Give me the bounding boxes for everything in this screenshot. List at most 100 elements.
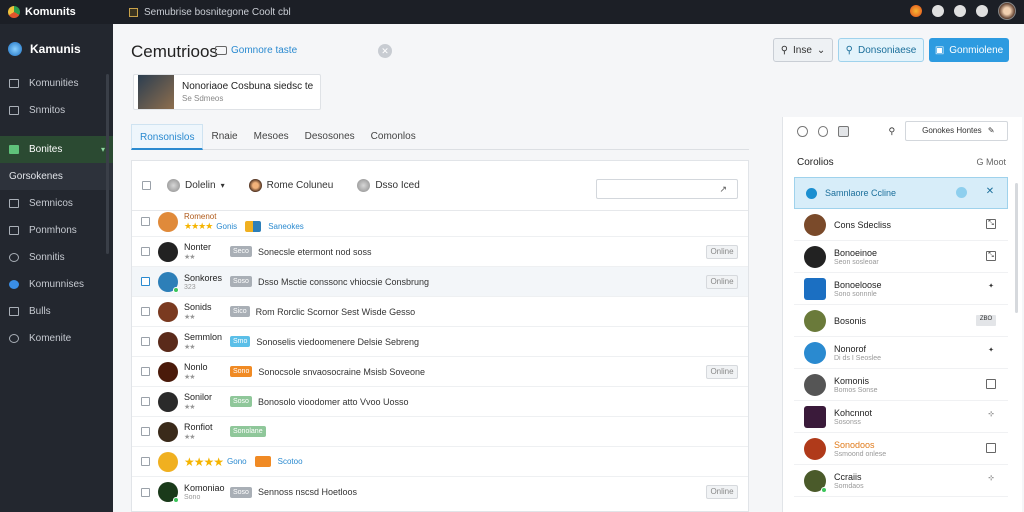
table-row[interactable]: Ronfiot ★★ Sonolane: [132, 417, 748, 447]
avatar: [804, 437, 826, 460]
row-checkbox[interactable]: [141, 277, 150, 286]
row-checkbox[interactable]: [141, 487, 150, 497]
sidebar-header[interactable]: Kamunis: [0, 24, 113, 70]
table-row[interactable]: Semmlon ★★ Smo Sonoselis viedoomenere Del…: [132, 327, 748, 357]
add-user-icon[interactable]: ⊹: [986, 475, 996, 485]
table-row[interactable]: Romenot ★★★★ Gonis Saneokes: [132, 207, 748, 237]
row-checkbox[interactable]: [141, 457, 150, 466]
list-item[interactable]: Kohcnnot Sosonss ⊹: [794, 401, 1008, 433]
list-item[interactable]: Bonoeinoe Seon sosleoar ⤡: [794, 241, 1008, 273]
user-avatar[interactable]: [998, 2, 1016, 20]
sidebar-scrollbar[interactable]: [106, 74, 109, 254]
window-icon[interactable]: [986, 379, 996, 389]
table-search-input[interactable]: ↗: [596, 179, 738, 199]
pin-icon[interactable]: ✦: [986, 283, 996, 293]
member-name: Nonter: [184, 242, 212, 252]
tab-1[interactable]: Ronsonislos: [131, 124, 204, 150]
sidebar-item-2[interactable]: Snmitos: [0, 97, 113, 124]
table-row[interactable]: Sonilor ★★ Soso Bonosolo vioodomer atto V…: [132, 387, 748, 417]
smile-icon[interactable]: [956, 187, 967, 198]
top-bar: Komunits Semubrise bosnitegone Coolt cbl: [0, 0, 1024, 24]
secondary-button[interactable]: ⚲ Donsoniaese: [838, 38, 924, 62]
share-icon[interactable]: ⤡: [986, 251, 996, 261]
table-row[interactable]: Nonlo ★★ Sono Sonocsole snvaosocraine Msi…: [132, 357, 748, 387]
row-checkbox[interactable]: [141, 337, 150, 346]
list-item[interactable]: Nonorof Di ds I Seoslee ✦: [794, 337, 1008, 369]
sidebar-item-6[interactable]: Sonnitis: [0, 244, 113, 271]
pin-icon[interactable]: ✦: [986, 347, 996, 357]
tab-5[interactable]: Comonlos: [363, 124, 424, 150]
sidebar-item-7[interactable]: Komunnises: [0, 271, 113, 298]
sidebar-subitem[interactable]: Gorsokenes: [0, 163, 113, 190]
close-icon[interactable]: ✕: [985, 187, 995, 198]
sidebar-item-5[interactable]: Ponmhons: [0, 217, 113, 244]
primary-button[interactable]: ▣ Gonmiolene: [929, 38, 1009, 62]
list-item[interactable]: Ccraiis Somdaos ⊹: [794, 465, 1008, 497]
list-item[interactable]: Bosonis ZBO: [794, 305, 1008, 337]
status-badge: Online: [706, 485, 738, 499]
row-checkbox[interactable]: [141, 367, 150, 376]
table-row[interactable]: Sonkores 323 Soso Dsso Msctie conssonc vh…: [132, 267, 748, 297]
notification-flame-icon[interactable]: [910, 5, 922, 17]
item-badge: ZBO: [976, 315, 996, 326]
table-row[interactable]: Sonids ★★ Sico Rom Rorclic Scornor Sest W…: [132, 297, 748, 327]
sidebar-item-8[interactable]: Bulls: [0, 298, 113, 325]
list-item[interactable]: Komonis Bomos Sonse: [794, 369, 1008, 401]
avatar: [158, 482, 179, 503]
panel-scrollbar[interactable]: [1015, 183, 1018, 313]
table-row[interactable]: ★★★★ Gono Scotoo: [132, 447, 748, 477]
row-link[interactable]: Gonis: [216, 222, 237, 231]
list-item[interactable]: Cons Sdecliss ⤡: [794, 209, 1008, 241]
stop-icon[interactable]: [838, 125, 849, 137]
filter-button[interactable]: ⚲ Inse ⌄: [773, 38, 833, 62]
tab-4[interactable]: Desosones: [297, 124, 363, 150]
avatar: [804, 245, 826, 268]
sidebar-header-label: Kamunis: [30, 42, 81, 56]
column-header-2[interactable]: Rome Coluneu: [248, 179, 333, 192]
column-header-1[interactable]: Dolelin ▾: [167, 179, 225, 192]
row-link-2[interactable]: Saneokes: [268, 222, 304, 231]
refresh-icon[interactable]: [817, 125, 828, 137]
sidebar-item-active[interactable]: Bonites ▾: [0, 136, 113, 163]
row-checkbox[interactable]: [141, 427, 150, 436]
user-menu-icon[interactable]: [976, 5, 988, 17]
sidebar-item-label: Komunnises: [29, 279, 85, 290]
tab-3[interactable]: Mesoes: [246, 124, 297, 150]
sidebar-item-communities[interactable]: Komunities: [0, 70, 113, 97]
close-icon[interactable]: ✕: [378, 44, 392, 58]
search-icon[interactable]: [797, 125, 808, 137]
row-link[interactable]: Gono: [227, 457, 247, 466]
select-all-checkbox[interactable]: [142, 181, 151, 190]
panel-search-input[interactable]: Gonokes Hontes ✎: [905, 121, 1009, 141]
title-link[interactable]: Gomnore taste: [215, 45, 297, 56]
app-brand-label: Komunits: [25, 6, 76, 18]
secondary-button-label: Donsoniaese: [857, 44, 917, 56]
search-icon[interactable]: ⚲: [889, 126, 896, 137]
sidebar-item-label: Bonites: [29, 144, 63, 155]
settings-icon[interactable]: [954, 5, 966, 17]
sidebar-item-4[interactable]: Semnicos: [0, 190, 113, 217]
list-item[interactable]: Sonodoos Ssmoond onlese: [794, 433, 1008, 465]
row-checkbox[interactable]: [141, 307, 150, 316]
clock-icon[interactable]: [932, 5, 944, 17]
row-link-2[interactable]: Scotoo: [278, 457, 303, 466]
list-item-selected[interactable]: Samnlaore Ccline ✕: [794, 177, 1008, 209]
column-header-3[interactable]: Dsso Iced: [357, 179, 420, 192]
list-item-name: Sonodoos: [834, 439, 875, 450]
add-user-icon[interactable]: ⊹: [986, 411, 996, 421]
row-checkbox[interactable]: [141, 247, 150, 256]
list-item-name: Bosonis: [834, 315, 867, 326]
square-icon[interactable]: [986, 443, 996, 453]
folder-icon: [9, 226, 19, 235]
share-icon[interactable]: ⤡: [986, 219, 996, 229]
member-name: Semmlon: [184, 332, 223, 342]
row-checkbox[interactable]: [141, 397, 150, 406]
table-row[interactable]: Nonter ★★ Seco Sonecsle etermont nod soss…: [132, 237, 748, 267]
profile-card[interactable]: Nonoriaoe Cosbuna siedsc te Se Sdmeos: [133, 74, 321, 110]
sidebar-item-9[interactable]: Komenite: [0, 325, 113, 352]
table-row[interactable]: Komoniao Sono Soso Sennoss nscsd Hoetloos…: [132, 477, 748, 507]
app-brand[interactable]: Komunits: [0, 6, 113, 18]
list-item[interactable]: Bonoeloose Sono sonnnle ✦: [794, 273, 1008, 305]
row-checkbox[interactable]: [141, 217, 150, 226]
tab-2[interactable]: Rnaie: [203, 124, 245, 150]
